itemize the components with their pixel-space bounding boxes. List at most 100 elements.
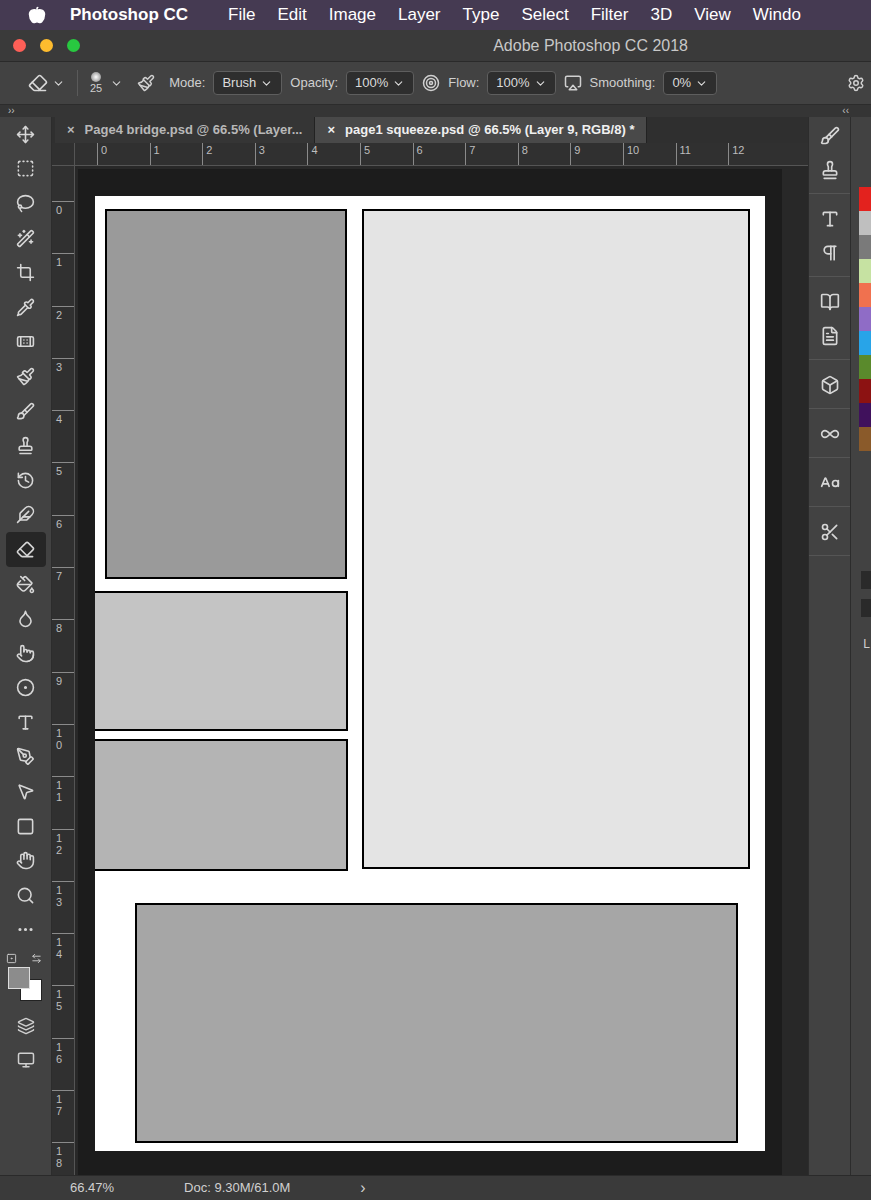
tab-close-button[interactable]: × <box>327 120 335 140</box>
flow-dropdown[interactable]: 100% <box>487 71 555 95</box>
apple-logo-icon[interactable] <box>28 6 46 24</box>
tool-button[interactable] <box>6 567 46 602</box>
tool-button[interactable] <box>6 809 46 844</box>
tool-button[interactable] <box>6 428 46 463</box>
panel-icon <box>820 522 840 542</box>
panel-button[interactable] <box>820 370 840 400</box>
ruler-number: 6 <box>56 518 62 530</box>
screen-mode-button[interactable] <box>17 1043 35 1077</box>
tool-button[interactable] <box>6 394 46 429</box>
airbrush-icon[interactable] <box>564 74 582 92</box>
menu-item[interactable]: Edit <box>277 2 306 28</box>
panel-button[interactable] <box>820 204 840 234</box>
menu-item[interactable]: Filter <box>591 2 629 28</box>
color-swatch[interactable] <box>859 355 871 379</box>
document-tab[interactable]: ×page1 squeeze.psd @ 66.5% (Layer 9, RGB… <box>315 117 647 143</box>
panel-button[interactable] <box>820 287 840 317</box>
tool-button[interactable] <box>6 117 46 152</box>
tool-preset-picker[interactable] <box>28 73 65 93</box>
panel-label-fragment: L <box>863 635 871 653</box>
menu-item[interactable]: Image <box>329 2 376 28</box>
swap-colors-icon[interactable] <box>31 953 42 964</box>
tool-button[interactable] <box>6 878 46 913</box>
panel-button[interactable] <box>820 238 840 268</box>
chevron-down-icon[interactable] <box>110 77 123 90</box>
tab-label: Page4 bridge.psd @ 66.5% (Layer... <box>85 120 303 140</box>
default-colors-icon[interactable] <box>6 953 17 964</box>
pressure-opacity-icon[interactable] <box>422 74 440 92</box>
color-swatch[interactable] <box>859 331 871 355</box>
menu-item[interactable]: Windo <box>753 2 801 28</box>
tool-button[interactable] <box>6 290 46 325</box>
menu-item[interactable]: Layer <box>398 2 441 28</box>
collapse-panels-button[interactable]: ‹‹ <box>842 106 849 116</box>
tool-icon <box>16 678 35 697</box>
canvas-area[interactable] <box>75 166 808 1175</box>
tab-close-button[interactable]: × <box>67 120 75 140</box>
tool-button[interactable] <box>6 498 46 533</box>
tool-button[interactable] <box>6 913 46 948</box>
vertical-ruler: 0123456789101112131415161718 <box>52 166 75 1175</box>
tool-button[interactable] <box>6 636 46 671</box>
panel-button[interactable] <box>820 121 840 151</box>
brush-preset-picker[interactable]: 25 <box>90 72 102 94</box>
tool-button[interactable] <box>6 843 46 878</box>
quick-mask-button[interactable] <box>17 1009 35 1043</box>
panel-button[interactable] <box>820 468 840 498</box>
color-swatch[interactable] <box>859 403 871 427</box>
opacity-dropdown[interactable]: 100% <box>346 71 414 95</box>
comic-panel <box>95 591 348 731</box>
tool-icon <box>16 609 35 628</box>
status-menu-button[interactable]: › <box>360 1176 365 1200</box>
zoom-level[interactable]: 66.47% <box>70 1178 114 1198</box>
tool-button[interactable] <box>6 705 46 740</box>
menu-item[interactable]: View <box>694 2 731 28</box>
tool-button[interactable] <box>6 359 46 394</box>
color-picker[interactable] <box>6 953 46 1009</box>
app-menu[interactable]: Photoshop CC <box>70 2 188 28</box>
panel-button[interactable] <box>820 517 840 547</box>
tool-button[interactable] <box>6 671 46 706</box>
tool-button[interactable] <box>6 601 46 636</box>
color-swatch[interactable] <box>859 259 871 283</box>
mode-dropdown[interactable]: Brush <box>213 71 282 95</box>
tool-button[interactable] <box>6 463 46 498</box>
color-swatch[interactable] <box>859 283 871 307</box>
tool-button[interactable] <box>6 774 46 809</box>
minimize-window-button[interactable] <box>40 39 53 52</box>
color-swatch[interactable] <box>859 235 871 259</box>
menu-item[interactable]: Select <box>521 2 568 28</box>
ruler-corner <box>52 143 75 166</box>
menu-item[interactable]: File <box>228 2 255 28</box>
ruler-number: 4 <box>56 413 62 425</box>
tool-button[interactable] <box>6 186 46 221</box>
panel-button[interactable] <box>820 155 840 185</box>
expand-toolbar-button[interactable]: ›› <box>8 106 15 116</box>
tool-button[interactable] <box>6 532 46 567</box>
menu-item[interactable]: 3D <box>650 2 672 28</box>
menu-item[interactable]: Type <box>463 2 500 28</box>
color-swatch[interactable] <box>859 187 871 211</box>
foreground-color-swatch[interactable] <box>8 967 30 989</box>
panel-button[interactable] <box>820 419 840 449</box>
ruler-number: 8 <box>522 144 528 156</box>
tool-button[interactable] <box>6 221 46 256</box>
tool-button[interactable] <box>6 325 46 360</box>
color-swatch[interactable] <box>859 427 871 451</box>
smoothing-label: Smoothing: <box>590 73 656 93</box>
document-tab[interactable]: × Page4 bridge.psd @ 66.5% (Layer... <box>55 117 315 143</box>
chevron-down-icon <box>695 77 708 90</box>
ruler-number: 0 <box>56 204 62 216</box>
color-swatch[interactable] <box>859 307 871 331</box>
smoothing-dropdown[interactable]: 0% <box>663 71 717 95</box>
tool-button[interactable] <box>6 255 46 290</box>
tool-button[interactable] <box>6 152 46 187</box>
brush-panel-icon[interactable] <box>137 74 155 92</box>
color-swatch[interactable] <box>859 211 871 235</box>
color-swatch[interactable] <box>859 379 871 403</box>
gear-icon[interactable] <box>847 74 865 92</box>
panel-button[interactable] <box>820 321 840 351</box>
tool-button[interactable] <box>6 740 46 775</box>
zoom-window-button[interactable] <box>67 39 80 52</box>
close-window-button[interactable] <box>13 39 26 52</box>
